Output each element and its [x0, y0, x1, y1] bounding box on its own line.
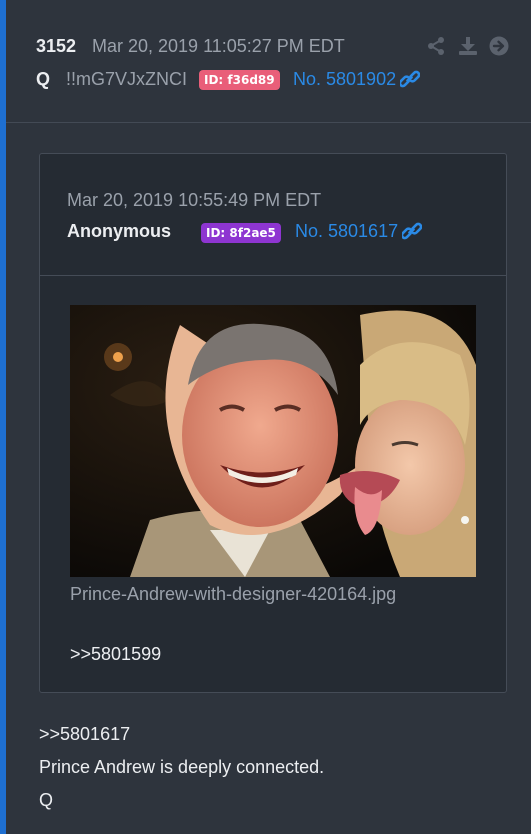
quoted-poster-id-badge[interactable]: ID: 8f2ae5 — [201, 223, 281, 243]
share-icon[interactable] — [426, 36, 446, 56]
quoted-post: Mar 20, 2019 10:55:49 PM EDT Anonymous I… — [39, 153, 507, 693]
post-number[interactable]: 3152 — [36, 36, 76, 57]
image-filename[interactable]: Prince-Andrew-with-designer-420164.jpg — [70, 584, 396, 605]
post-link[interactable]: No. 5801902 — [293, 69, 421, 90]
tripcode: !!mG7VJxZNCI — [66, 69, 188, 89]
download-icon[interactable] — [458, 36, 478, 56]
link-icon[interactable] — [402, 222, 423, 240]
quoted-post-author: Anonymous — [67, 221, 172, 241]
quoted-post-link-label[interactable]: No. 5801617 — [295, 221, 398, 241]
post-author: Q — [36, 69, 51, 89]
quoted-reply-reference[interactable]: >>5801599 — [70, 644, 161, 665]
arrow-right-circle-icon[interactable] — [489, 36, 509, 56]
quoted-post-date: Mar 20, 2019 10:55:49 PM EDT — [67, 190, 322, 210]
quoted-post-header: Mar 20, 2019 10:55:49 PM EDT Anonymous I… — [40, 154, 506, 276]
post-card: 3152 Mar 20, 2019 11:05:27 PM EDT Q !!mG… — [0, 0, 531, 834]
post-body-text: Prince Andrew is deeply connected. — [39, 757, 325, 777]
post-link-label[interactable]: No. 5801902 — [293, 69, 396, 89]
quoted-post-link[interactable]: No. 5801617 — [295, 221, 423, 242]
post-header: 3152 Mar 20, 2019 11:05:27 PM EDT Q !!mG… — [6, 0, 531, 123]
link-icon[interactable] — [400, 70, 421, 88]
poster-id-badge[interactable]: ID: f36d89 — [199, 70, 280, 90]
post-date: Mar 20, 2019 11:05:27 PM EDT — [92, 36, 345, 56]
reply-reference[interactable]: >>5801617 — [39, 724, 130, 745]
post-signature: Q — [39, 790, 54, 810]
attached-photo[interactable] — [70, 305, 476, 577]
